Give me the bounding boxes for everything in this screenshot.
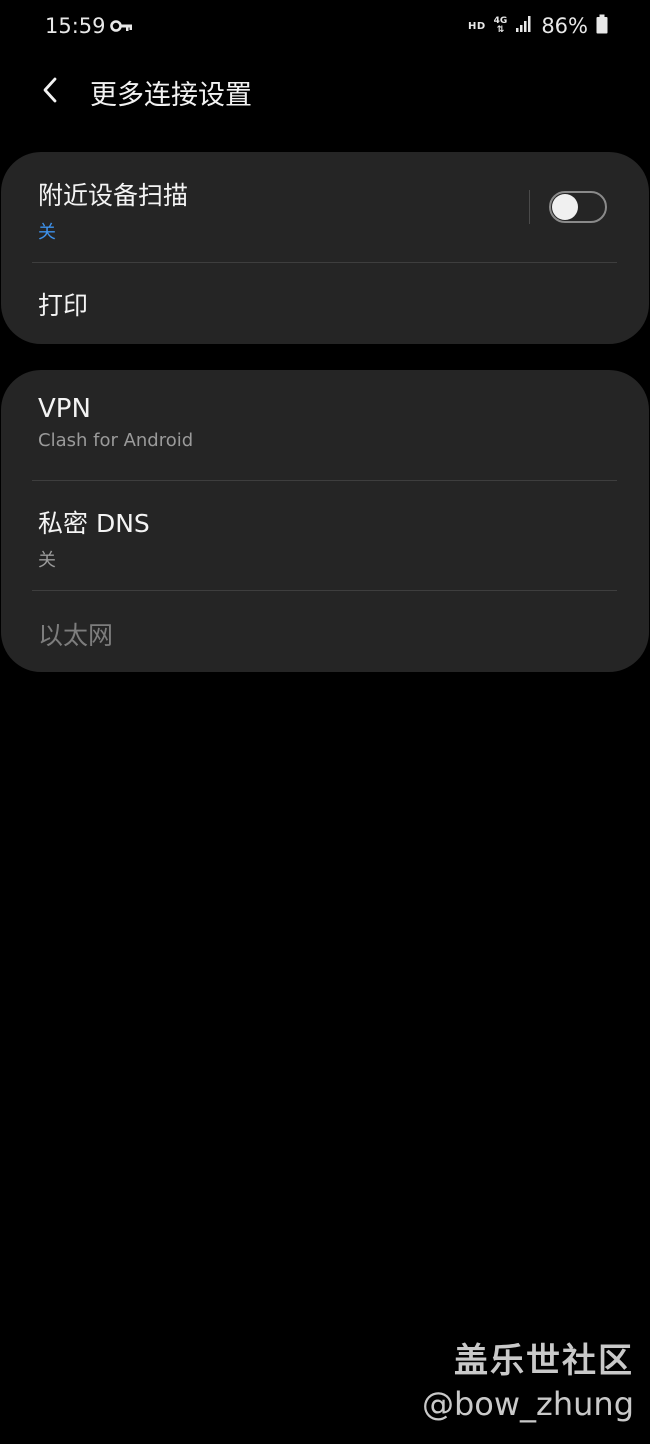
battery-icon — [596, 14, 608, 38]
app-header: 更多连接设置 — [0, 60, 650, 120]
battery-percent: 86% — [541, 14, 588, 38]
private-dns-title: 私密 DNS — [38, 509, 150, 538]
page-title: 更多连接设置 — [90, 80, 252, 111]
vpn-row[interactable]: VPN Clash for Android — [38, 394, 617, 451]
toggle-separator — [529, 190, 530, 224]
private-dns-row[interactable]: 私密 DNS 关 — [38, 504, 617, 572]
divider — [32, 262, 617, 263]
print-row[interactable]: 打印 — [38, 286, 617, 322]
settings-card-network: VPN Clash for Android 私密 DNS 关 以太网 — [1, 370, 649, 672]
vpn-title: VPN — [38, 394, 91, 424]
watermark-community: 盖乐世社区 — [454, 1341, 634, 1381]
divider — [32, 590, 617, 591]
signal-icon — [515, 15, 533, 37]
hd-voice-label: HD — [467, 20, 486, 32]
vpn-key-icon — [110, 18, 134, 38]
nearby-scan-title: 附近设备扫描 — [38, 181, 189, 210]
network-4g-label: 4G — [493, 16, 508, 26]
toggle-knob — [552, 194, 578, 220]
back-button[interactable] — [30, 70, 70, 110]
print-title: 打印 — [38, 291, 89, 320]
settings-card-nearby: 附近设备扫描 关 打印 — [1, 152, 649, 344]
status-time: 15:59 — [45, 14, 106, 38]
nearby-scan-row[interactable]: 附近设备扫描 关 — [38, 176, 617, 244]
watermark-username: @bow_zhung — [421, 1385, 634, 1423]
ethernet-title: 以太网 — [38, 621, 114, 650]
chevron-left-icon — [43, 77, 57, 103]
divider — [32, 480, 617, 481]
private-dns-subtitle: 关 — [38, 550, 56, 571]
status-icons: HD 4G ⇅ 86% — [468, 14, 608, 38]
vpn-subtitle: Clash for Android — [38, 430, 194, 451]
status-bar: 15:59 HD 4G ⇅ 86% — [0, 0, 650, 56]
nearby-scan-toggle[interactable] — [549, 191, 607, 223]
ethernet-row: 以太网 — [38, 616, 617, 652]
nearby-scan-status: 关 — [38, 222, 56, 243]
network-4g-icon: 4G ⇅ — [493, 16, 508, 35]
